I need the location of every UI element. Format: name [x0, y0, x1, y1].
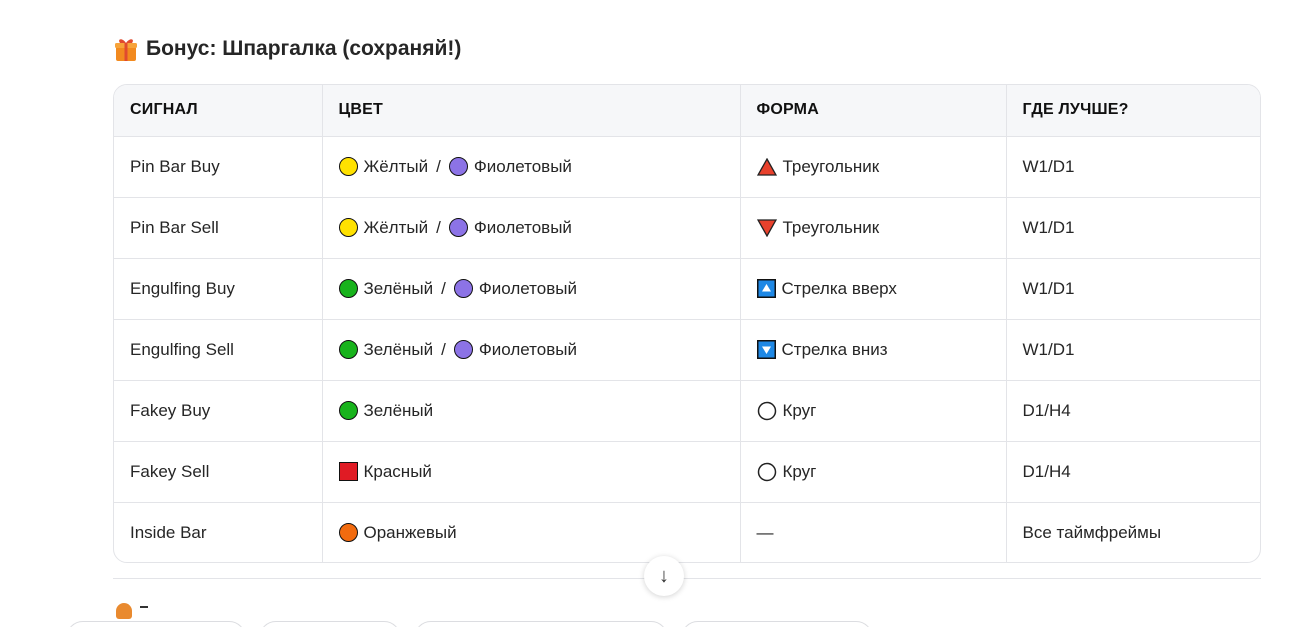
color-label: Жёлтый: [363, 156, 429, 176]
gift-icon: [114, 36, 138, 62]
suggestion-chip[interactable]: [414, 621, 668, 627]
color-label: Фиолетовый: [478, 339, 577, 359]
cell-signal: Engulfing Buy: [114, 258, 323, 320]
red-triangle-down-icon: [756, 218, 777, 237]
green-circle-icon: [338, 401, 358, 420]
header-shape: ФОРМА: [740, 85, 1007, 137]
cell-timeframe: Все таймфреймы: [1022, 522, 1162, 542]
purple-circle-icon: [453, 279, 473, 298]
down-button-icon: [756, 340, 776, 359]
table-row: Pin Bar Buy Жёлтый / Фиолетовый Треугольник W…: [114, 136, 1260, 198]
orange-circle-icon: [338, 523, 358, 543]
red-triangle-up-icon: [756, 157, 777, 176]
arrow-down-icon: ↓: [659, 564, 669, 587]
color-label: Зелёный: [363, 339, 434, 359]
separator: /: [441, 278, 446, 298]
color-label: Фиолетовый: [478, 278, 577, 298]
yellow-circle-icon: [338, 157, 358, 176]
shape-label: Круг: [782, 461, 817, 481]
heading-text: Бонус: Шпаргалка (сохраняй!): [146, 37, 462, 60]
chat-page: Бонус: Шпаргалка (сохраняй!) СИГНАЛ ЦВЕТ…: [0, 0, 1312, 627]
scroll-down-button[interactable]: ↓: [644, 556, 684, 596]
cell-color: Зелёный / Фиолетовый: [322, 319, 741, 381]
cell-color: Зелёный / Фиолетовый: [322, 258, 741, 320]
cell-color: Жёлтый / Фиолетовый: [322, 197, 741, 259]
purple-circle-icon: [448, 218, 468, 237]
cell-signal: Inside Bar: [114, 502, 323, 562]
cell-signal: Pin Bar Sell: [114, 197, 323, 259]
cell-timeframe: D1/H4: [1006, 380, 1260, 442]
cell-shape: Треугольник: [740, 136, 1007, 198]
shape-label: Стрелка вверх: [781, 278, 897, 298]
cell-timeframe: W1/D1: [1006, 258, 1260, 320]
green-circle-icon: [338, 279, 358, 298]
cell-shape: Круг: [740, 380, 1007, 442]
cell-color: Красный: [322, 441, 741, 503]
cell-color: Оранжевый: [322, 502, 741, 562]
green-circle-icon: [338, 340, 358, 359]
header-timeframe: ГДЕ ЛУЧШЕ?: [1006, 85, 1260, 137]
suggestion-chip[interactable]: [259, 621, 401, 627]
cheatsheet-table: СИГНАЛ ЦВЕТ ФОРМА ГДЕ ЛУЧШЕ? Pin Bar Buy…: [113, 84, 1261, 563]
shape-label: Стрелка вниз: [781, 339, 888, 359]
shape-label: Треугольник: [782, 217, 880, 237]
cell-shape: Стрелка вниз: [740, 319, 1007, 381]
cell-signal: Fakey Sell: [114, 441, 323, 503]
red-square-icon: [338, 462, 358, 481]
shape-label: —: [756, 522, 774, 542]
section-heading: Бонус: Шпаргалка (сохраняй!): [114, 36, 461, 62]
suggestion-chip[interactable]: [681, 621, 873, 627]
table-header-row: СИГНАЛ ЦВЕТ ФОРМА ГДЕ ЛУЧШЕ?: [114, 85, 1260, 137]
up-button-icon: [756, 279, 776, 298]
color-label: Фиолетовый: [473, 217, 572, 237]
table-row: Fakey Buy Зелёный Круг D1/H4: [114, 380, 1260, 442]
shape-label: Круг: [782, 400, 817, 420]
header-color: ЦВЕТ: [322, 85, 741, 137]
table-row: Pin Bar Sell Жёлтый / Фиолетовый Треугольник…: [114, 197, 1260, 259]
divider: [113, 578, 1261, 579]
color-label: Зелёный: [363, 278, 434, 298]
separator: /: [436, 217, 441, 237]
shape-label: Треугольник: [782, 156, 880, 176]
cell-timeframe: W1/D1: [1006, 136, 1260, 198]
cell-signal: Fakey Buy: [114, 380, 323, 442]
cell-shape: —: [740, 502, 1007, 562]
purple-circle-icon: [448, 157, 468, 176]
cell-timeframe: W1/D1: [1006, 319, 1260, 381]
cell-signal: Pin Bar Buy: [114, 136, 323, 198]
cell-shape: Круг: [740, 441, 1007, 503]
cell-shape: Стрелка вверх: [740, 258, 1007, 320]
cell-signal: Engulfing Sell: [114, 319, 323, 381]
cell-color: Зелёный: [322, 380, 741, 442]
cell-timeframe: W1/D1: [1006, 197, 1260, 259]
table-row: Fakey Sell Красный Круг D1/H4: [114, 441, 1260, 503]
partial-heading: [140, 606, 148, 618]
separator: /: [436, 156, 441, 176]
cell-shape: Треугольник: [740, 197, 1007, 259]
yellow-circle-icon: [338, 218, 358, 237]
cell-color: Жёлтый / Фиолетовый: [322, 136, 741, 198]
color-label: Жёлтый: [363, 217, 429, 237]
cell-timeframe: D1/H4: [1006, 441, 1260, 503]
color-label: Красный: [363, 461, 432, 481]
color-label: Оранжевый: [363, 522, 457, 542]
table-row: Inside Bar Оранжевый — Все таймфреймы: [114, 502, 1260, 562]
separator: /: [441, 339, 446, 359]
partial-emoji-icon: [116, 603, 132, 619]
white-circle-icon: [757, 462, 777, 482]
white-circle-icon: [757, 401, 777, 421]
table-row: Engulfing Sell Зелёный / Фиолетовый Стрелка …: [114, 319, 1260, 381]
color-label: Фиолетовый: [473, 156, 572, 176]
suggestion-chip[interactable]: [66, 621, 246, 627]
color-label: Зелёный: [363, 400, 434, 420]
header-signal: СИГНАЛ: [114, 85, 323, 137]
purple-circle-icon: [453, 340, 473, 359]
table-row: Engulfing Buy Зелёный / Фиолетовый Стрелка в…: [114, 258, 1260, 320]
